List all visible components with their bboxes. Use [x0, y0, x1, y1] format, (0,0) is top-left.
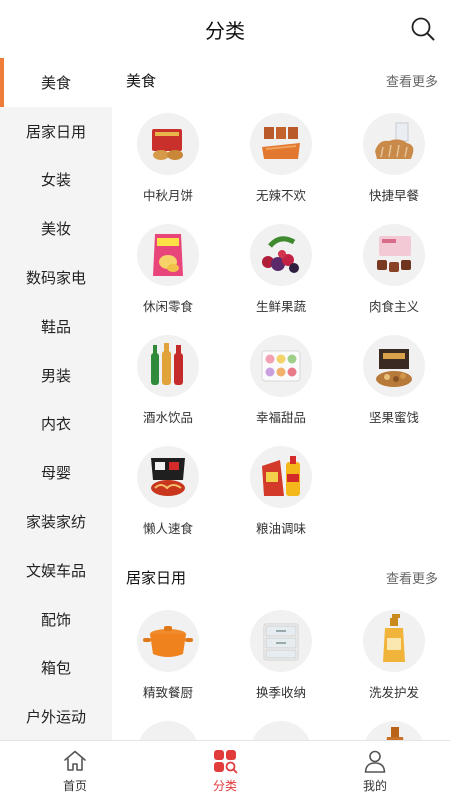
sidebar-item-womens-wear[interactable]: 女装 [0, 156, 112, 205]
sidebar-item-shoes[interactable]: 鞋品 [0, 302, 112, 351]
category-cell[interactable]: 肉食主义 [346, 224, 442, 324]
sidebar-item-underwear[interactable]: 内衣 [0, 400, 112, 449]
oil-rice-icon [250, 446, 312, 508]
macaron-icon [250, 335, 312, 397]
category-cell[interactable]: 坚果蜜饯 [346, 335, 442, 435]
spicy-snack-icon [250, 113, 312, 175]
sidebar-item-label: 母婴 [40, 464, 71, 483]
sidebar-item-label: 女装 [40, 171, 71, 190]
sidebar-item-label: 配饰 [40, 610, 71, 629]
sidebar-item-label: 男装 [40, 366, 71, 385]
category-label: 快捷早餐 [368, 188, 419, 203]
sidebar-item-accessories[interactable]: 配饰 [0, 595, 112, 644]
category-label: 酒水饮品 [142, 410, 193, 425]
shampoo-icon [363, 610, 425, 672]
category-cell[interactable]: 洗发护发 [346, 610, 442, 710]
section-title: 居家日用 [126, 568, 187, 587]
category-cell[interactable]: 快捷早餐 [346, 113, 442, 213]
nuts-icon [363, 335, 425, 397]
sidebar-item-outdoor-sports[interactable]: 户外运动 [0, 692, 112, 740]
sidebar-item-label: 数码家电 [25, 269, 86, 288]
category-cell[interactable]: 酒水饮品 [120, 335, 216, 435]
category-icon [214, 749, 238, 773]
tab-label: 分类 [212, 778, 237, 793]
tab-mine[interactable]: 我的 [300, 741, 450, 800]
category-cell[interactable]: 换季收纳 [233, 610, 329, 710]
chips-icon [137, 224, 199, 286]
category-label: 幸福甜品 [255, 410, 306, 425]
sidebar-item-label: 箱包 [40, 659, 71, 678]
category-label: 换季收纳 [255, 685, 306, 700]
sidebar-item-label: 美妆 [40, 220, 71, 239]
category-sidebar: 美食 居家日用 女装 美妆 数码家电 鞋品 男装 内衣 母婴 家装家纺 文娱车品… [0, 58, 112, 740]
category-cell[interactable]: 幸福甜品 [233, 335, 329, 435]
user-icon [364, 750, 386, 773]
top-bar: 分类 [0, 0, 450, 58]
sidebar-item-label: 居家日用 [25, 122, 86, 141]
tab-home[interactable]: 首页 [0, 741, 150, 800]
sidebar-item-food[interactable]: 美食 [0, 58, 112, 107]
sidebar-item-electronics[interactable]: 数码家电 [0, 253, 112, 302]
category-cell[interactable]: 生鲜果蔬 [233, 224, 329, 324]
drinks-icon [137, 335, 199, 397]
view-more-link[interactable]: 查看更多 [386, 71, 438, 90]
sidebar-item-label: 文娱车品 [25, 561, 86, 580]
search-icon[interactable] [410, 16, 436, 42]
category-cell[interactable]: 精致餐厨 [120, 610, 216, 710]
sidebar-item-daily-home[interactable]: 居家日用 [0, 107, 112, 156]
sidebar-item-label: 鞋品 [40, 317, 71, 336]
sidebar-item-label: 美食 [40, 73, 71, 92]
category-label: 肉食主义 [368, 299, 419, 314]
storage-box-icon [250, 610, 312, 672]
category-cell[interactable]: 粮油调味 [233, 446, 329, 546]
category-label: 懒人速食 [142, 521, 193, 536]
view-more-link[interactable]: 查看更多 [386, 568, 438, 587]
category-label: 粮油调味 [255, 521, 306, 536]
section-header-daily-home: 居家日用 查看更多 [126, 567, 438, 587]
category-thumbnail [137, 721, 199, 740]
category-label: 精致餐厨 [142, 685, 193, 700]
sidebar-item-entertainment-car[interactable]: 文娱车品 [0, 546, 112, 595]
sidebar-item-beauty[interactable]: 美妆 [0, 204, 112, 253]
tab-category[interactable]: 分类 [150, 741, 300, 800]
category-thumbnail [363, 721, 425, 740]
fruit-icon [250, 224, 312, 286]
category-cell[interactable]: 休闲零食 [120, 224, 216, 324]
section-header-food: 美食 查看更多 [126, 70, 438, 90]
category-cell[interactable]: 懒人速食 [120, 446, 216, 546]
category-label: 中秋月饼 [142, 188, 193, 203]
category-cell[interactable]: 中秋月饼 [120, 113, 216, 213]
category-label: 坚果蜜饯 [368, 410, 419, 425]
sidebar-item-label: 家装家纺 [25, 513, 86, 532]
bread-icon [363, 113, 425, 175]
sidebar-item-home-textile[interactable]: 家装家纺 [0, 497, 112, 546]
pot-icon [137, 610, 199, 672]
meat-icon [363, 224, 425, 286]
mooncake-icon [137, 113, 199, 175]
sidebar-item-label: 户外运动 [25, 708, 86, 727]
category-label: 休闲零食 [142, 299, 193, 314]
section-title: 美食 [126, 71, 157, 90]
category-label: 洗发护发 [368, 685, 419, 700]
bottom-tab-bar: 首页 分类 我的 [0, 740, 450, 800]
home-icon [64, 750, 86, 771]
sidebar-item-mother-baby[interactable]: 母婴 [0, 448, 112, 497]
category-thumbnail [250, 721, 312, 740]
sidebar-item-mens-wear[interactable]: 男装 [0, 351, 112, 400]
category-label: 生鲜果蔬 [255, 299, 306, 314]
sidebar-item-label: 内衣 [40, 415, 71, 434]
page-title: 分类 [205, 18, 245, 43]
instant-noodle-icon [137, 446, 199, 508]
tab-label: 我的 [362, 778, 387, 793]
tab-label: 首页 [62, 778, 87, 793]
category-label: 无辣不欢 [255, 188, 306, 203]
category-cell[interactable]: 无辣不欢 [233, 113, 329, 213]
sidebar-item-bags[interactable]: 箱包 [0, 644, 112, 693]
category-content: 美食 查看更多 中秋月饼 无辣不欢 快捷早餐 休闲零食 生鲜果蔬 肉食主义 酒水… [112, 58, 450, 740]
